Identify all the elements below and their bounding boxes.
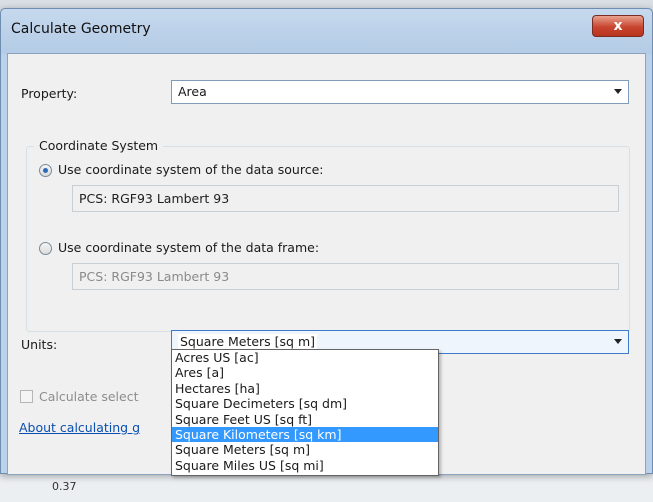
- data-source-coordinate-field: PCS: RGF93 Lambert 93: [72, 185, 619, 212]
- property-select[interactable]: Area: [171, 80, 629, 104]
- data-frame-radio[interactable]: [39, 242, 52, 255]
- units-option[interactable]: Ares [a]: [172, 365, 438, 380]
- title-bar[interactable]: Calculate Geometry x: [1, 9, 652, 54]
- units-option-highlighted[interactable]: Square Kilometers [sq km]: [172, 426, 438, 443]
- close-icon: x: [613, 18, 623, 34]
- property-value: Area: [178, 84, 207, 99]
- close-button[interactable]: x: [592, 15, 644, 37]
- data-source-radio-label[interactable]: Use coordinate system of the data source…: [58, 162, 324, 177]
- chevron-down-icon: [614, 339, 622, 344]
- coordinate-system-title: Coordinate System: [34, 138, 164, 153]
- calculate-selected-checkbox[interactable]: [20, 390, 33, 403]
- units-value: Square Meters [sq m]: [178, 334, 318, 349]
- units-option[interactable]: Square Meters [sq m]: [172, 442, 438, 457]
- background-cell: 0.37: [52, 480, 77, 493]
- data-frame-coordinate-field: PCS: RGF93 Lambert 93: [72, 263, 619, 290]
- units-option[interactable]: Acres US [ac]: [172, 350, 438, 365]
- units-label: Units:: [21, 337, 58, 352]
- about-calculating-link[interactable]: About calculating g: [19, 420, 140, 435]
- units-option[interactable]: Square Decimeters [sq dm]: [172, 396, 438, 411]
- calculate-selected-label: Calculate select: [39, 389, 139, 404]
- units-option[interactable]: Hectares [ha]: [172, 381, 438, 396]
- units-option[interactable]: Square Miles US [sq mi]: [172, 458, 438, 473]
- data-source-radio[interactable]: [39, 164, 52, 177]
- units-dropdown-list[interactable]: Acres US [ac] Ares [a] Hectares [ha] Squ…: [171, 349, 439, 476]
- chevron-down-icon: [614, 89, 622, 94]
- dialog-title: Calculate Geometry: [11, 21, 151, 37]
- data-frame-radio-label[interactable]: Use coordinate system of the data frame:: [58, 240, 319, 255]
- units-option[interactable]: Square Feet US [sq ft]: [172, 412, 438, 427]
- property-label: Property:: [21, 86, 78, 101]
